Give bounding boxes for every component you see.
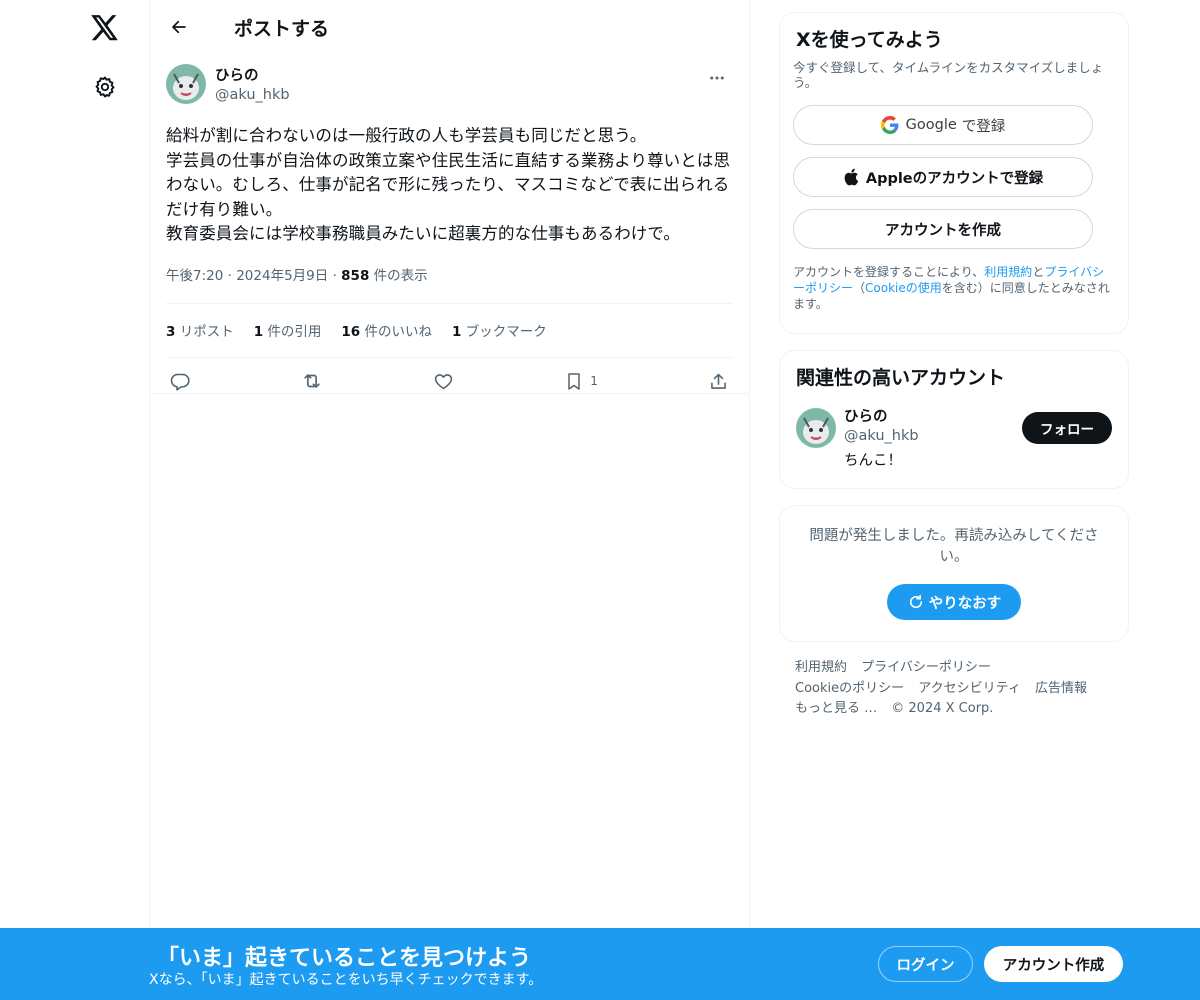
stat-count: 1 xyxy=(452,323,462,340)
tweet-date[interactable]: 2024年5月9日 xyxy=(236,268,328,284)
divider xyxy=(150,393,749,394)
stat-likes[interactable]: 16 件のいいね xyxy=(341,320,432,340)
meta-separator: · xyxy=(332,267,337,284)
reply-icon xyxy=(170,373,190,391)
share-icon xyxy=(711,373,726,389)
legal-prefix: アカウントを登録することにより、 xyxy=(793,265,985,279)
stat-reposts[interactable]: 3 リポスト xyxy=(166,320,234,340)
related-accounts-card: 関連性の高いアカウント ひらの @aku_hkb ちんこ！ フォロー xyxy=(779,350,1129,489)
related-bio: ちんこ！ xyxy=(844,453,902,469)
views-count: 858 xyxy=(341,267,370,284)
reply-button[interactable] xyxy=(170,371,191,392)
footer-link[interactable]: アクセシビリティ xyxy=(918,681,1021,696)
banner-signup-button[interactable]: アカウント作成 xyxy=(984,946,1123,982)
views-label: 件の表示 xyxy=(373,267,428,284)
google-icon xyxy=(880,116,899,134)
apple-icon xyxy=(843,168,859,186)
stat-label: リポスト xyxy=(179,323,234,340)
page-title: ポストする xyxy=(234,17,330,40)
related-display-name[interactable]: ひらの xyxy=(844,408,919,426)
author-handle[interactable]: @aku_hkb xyxy=(215,85,290,105)
tweet-text: 給料が割に合わないのは一般行政の人も学芸員も同じだと思う。 学芸員の仕事が自治体… xyxy=(166,126,731,243)
follow-button[interactable]: フォロー xyxy=(1022,412,1112,444)
stat-count: 3 xyxy=(166,323,176,340)
error-card: 問題が発生しました。再読み込みしてください。 やりなおす xyxy=(779,505,1129,642)
footer-more-link[interactable]: もっと見る … xyxy=(795,701,877,716)
cookie-link[interactable]: Cookieの使用 xyxy=(865,281,942,295)
footer-link[interactable]: プライバシーポリシー xyxy=(861,660,991,675)
google-brand: Google xyxy=(905,117,957,133)
apple-signup-button[interactable]: Appleのアカウントで登録 xyxy=(793,157,1093,197)
terms-link[interactable]: 利用規約 xyxy=(984,265,1032,279)
stat-quotes[interactable]: 1 件の引用 xyxy=(254,320,322,340)
right-sidebar: Xを使ってみよう 今すぐ登録して、タイムラインをカスタマイズしましょう。 Goo… xyxy=(779,12,1129,720)
related-handle[interactable]: @aku_hkb xyxy=(844,426,919,446)
app-root: ポストする ひらの @aku_hkb 給料が割に合わないのは一般行政の人も学芸員… xyxy=(0,0,1200,1000)
apple-signup-label: Appleのアカウントで登録 xyxy=(865,170,1044,187)
share-button[interactable] xyxy=(708,371,729,392)
stat-label: 件の引用 xyxy=(267,323,322,340)
related-names: ひらの @aku_hkb ちんこ！ xyxy=(844,408,919,470)
stat-label: 件のいいね xyxy=(364,323,433,340)
meta-separator: · xyxy=(227,267,232,284)
google-signup-button[interactable]: Google で登録 xyxy=(793,105,1093,145)
like-button[interactable] xyxy=(433,371,454,392)
signup-title: Xを使ってみよう xyxy=(796,29,943,51)
repost-button[interactable] xyxy=(301,370,323,392)
create-account-button[interactable]: アカウントを作成 xyxy=(793,209,1093,249)
x-logo-icon[interactable] xyxy=(80,3,130,53)
page-header: ポストする xyxy=(150,0,749,54)
tweet-author-row: ひらの @aku_hkb xyxy=(166,64,733,116)
repost-icon xyxy=(304,374,320,388)
tweet: ひらの @aku_hkb 給料が割に合わないのは一般行政の人も学芸員も同じだと思… xyxy=(150,54,749,405)
gear-icon[interactable] xyxy=(80,62,130,112)
signup-legal-text: アカウントを登録することにより、利用規約とプライバシーポリシー（Cookieの使… xyxy=(793,264,1112,312)
footer-link[interactable]: 利用規約 xyxy=(795,660,847,675)
login-button[interactable]: ログイン xyxy=(878,946,973,982)
avatar[interactable] xyxy=(166,64,206,104)
bookmark-icon xyxy=(568,372,580,390)
signup-subtitle: 今すぐ登録して、タイムラインをカスタマイズしましょう。 xyxy=(793,60,1104,90)
create-account-label: アカウントを作成 xyxy=(885,222,1001,239)
signup-card: Xを使ってみよう 今すぐ登録して、タイムラインをカスタマイズしましょう。 Goo… xyxy=(779,12,1129,334)
copyright: © 2024 X Corp. xyxy=(891,701,994,716)
heart-icon xyxy=(434,373,453,389)
left-nav xyxy=(0,0,150,1000)
footer-link[interactable]: 広告情報 xyxy=(1035,681,1087,696)
error-message: 問題が発生しました。再読み込みしてください。 xyxy=(809,528,1099,565)
refresh-icon xyxy=(909,594,922,609)
banner-subtitle: Xなら、「いま」起きていることをいち早くチェックできます。 xyxy=(149,972,543,988)
retry-button[interactable]: やりなおす xyxy=(887,584,1021,620)
more-options-icon[interactable] xyxy=(701,62,733,94)
footer-link[interactable]: Cookieのポリシー xyxy=(795,681,904,696)
tweet-stats: 3 リポスト 1 件の引用 16 件のいいね 1 ブックマーク xyxy=(166,304,733,358)
tweet-actions: 1 xyxy=(166,358,733,405)
banner-title: 「いま」起きていることを見つけよう xyxy=(157,946,532,971)
signup-banner: 「いま」起きていることを見つけよう Xなら、「いま」起きていることをいち早くチェ… xyxy=(0,928,1200,1000)
legal-and: と xyxy=(1032,265,1045,279)
tweet-meta: 午後7:20 · 2024年5月9日 · 858 件の表示 xyxy=(166,264,733,304)
arrow-left-icon[interactable] xyxy=(162,10,196,44)
tweet-time[interactable]: 午後7:20 xyxy=(166,268,223,284)
stat-label: ブックマーク xyxy=(465,323,547,340)
related-title: 関連性の高いアカウント xyxy=(796,367,1006,389)
bookmark-count: 1 xyxy=(590,374,598,388)
related-account-row[interactable]: ひらの @aku_hkb ちんこ！ フォロー xyxy=(796,408,1112,470)
retry-label: やりなおす xyxy=(928,595,1002,612)
stat-bookmarks[interactable]: 1 ブックマーク xyxy=(452,320,547,340)
google-signup-label: で登録 xyxy=(961,118,1006,135)
author-display-name[interactable]: ひらの xyxy=(215,67,290,85)
stat-count: 16 xyxy=(341,323,361,340)
legal-paren: （ xyxy=(853,281,866,295)
main-column: ポストする ひらの @aku_hkb 給料が割に合わないのは一般行政の人も学芸員… xyxy=(149,0,750,1000)
avatar[interactable] xyxy=(796,408,836,448)
bookmark-button[interactable]: 1 xyxy=(564,371,598,392)
footer-links: 利用規約 プライバシーポリシー Cookieのポリシー アクセシビリティ 広告情… xyxy=(779,658,1129,720)
stat-count: 1 xyxy=(253,323,264,340)
author-names: ひらの @aku_hkb xyxy=(215,67,290,105)
